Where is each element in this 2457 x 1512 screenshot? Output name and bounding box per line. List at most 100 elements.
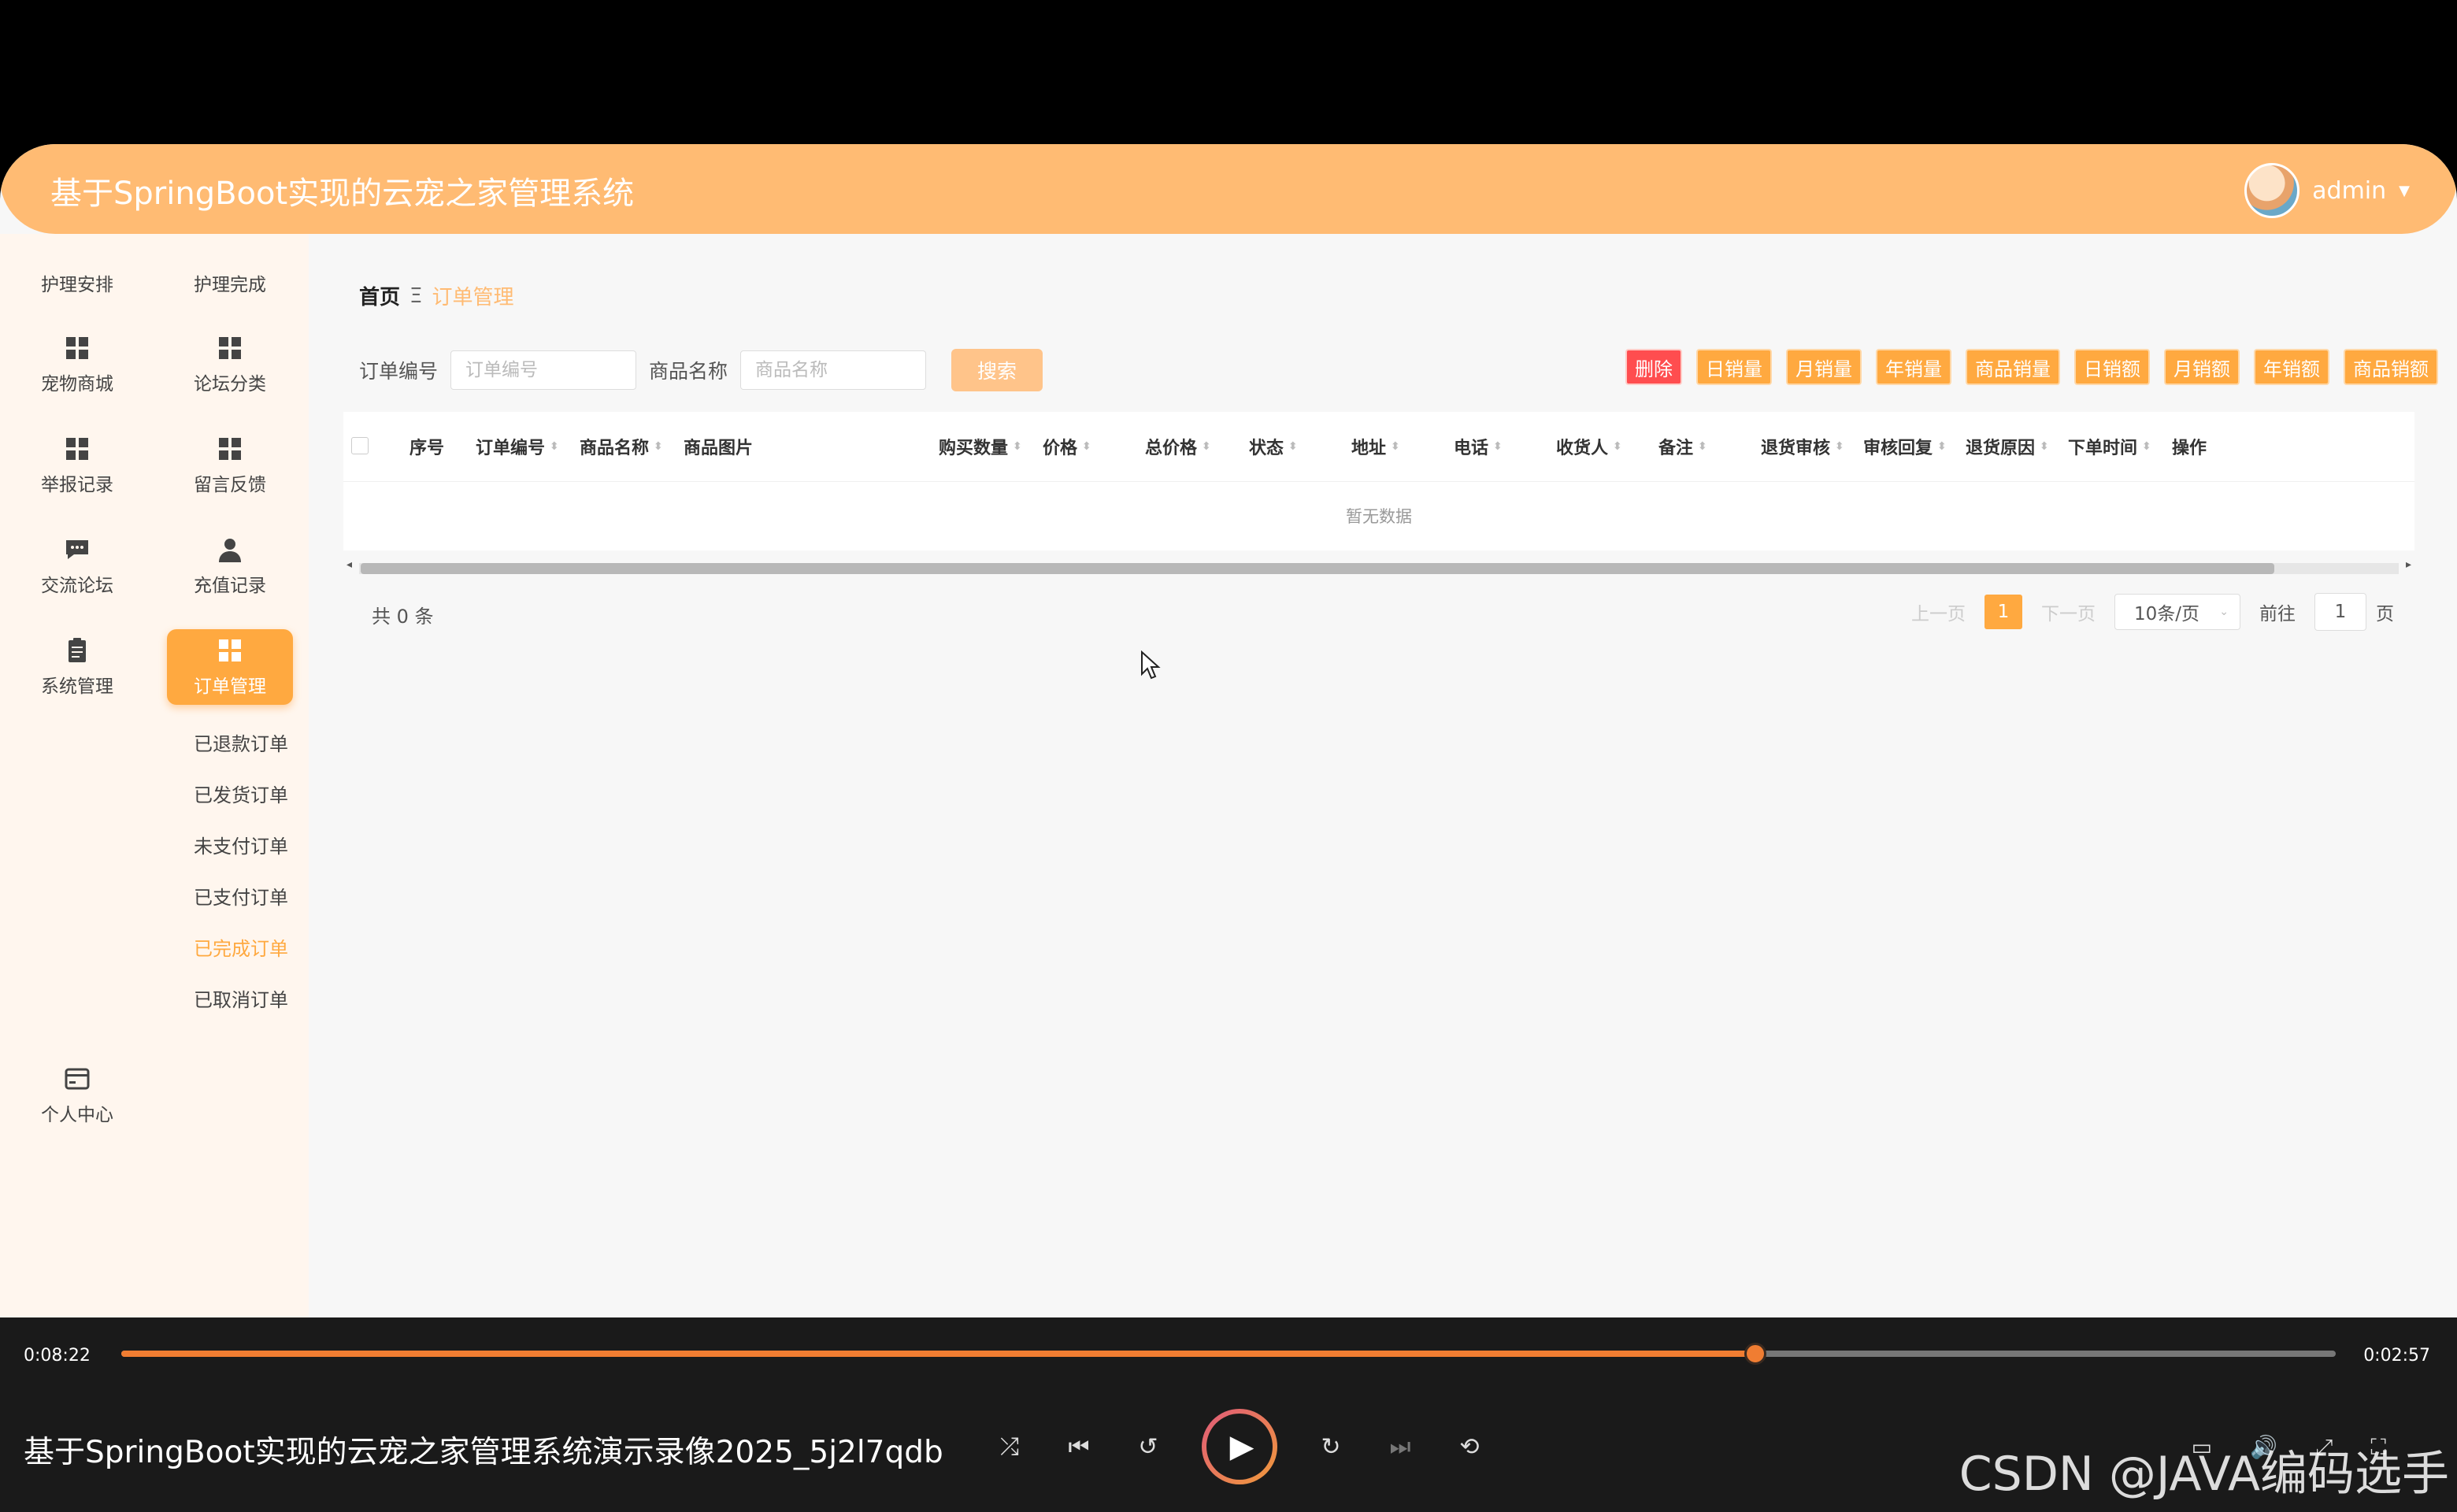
seek-handle[interactable] <box>1744 1343 1767 1365</box>
sort-icon: ⬍ <box>550 440 559 453</box>
seek-bar[interactable] <box>121 1343 2336 1365</box>
table-horizontal-scrollbar[interactable]: ◂ ▸ <box>343 558 2414 577</box>
yearly-sales-amount-button[interactable]: 年销额 <box>2254 349 2329 385</box>
breadcrumb-home[interactable]: 首页 <box>359 281 400 310</box>
column-header-order-no[interactable]: 订单编号 ⬍ <box>476 412 559 481</box>
next-page-button[interactable]: 下一页 <box>2041 598 2096 625</box>
sort-icon: ⬍ <box>1082 440 1091 453</box>
sidebar-item-personal-center[interactable]: 个人中心 <box>14 1058 140 1133</box>
daily-sales-qty-button[interactable]: 日销量 <box>1696 349 1772 385</box>
playback-controls: ⤮ ⏮ ↺ ▶ ↻ ⏭ ⟲ <box>994 1409 1485 1484</box>
play-button[interactable]: ▶ <box>1202 1409 1277 1484</box>
column-header-actions: 操作 <box>2172 439 2207 458</box>
sidebar-item-forum-category[interactable]: 论坛分类 <box>167 327 293 402</box>
sort-icon: ⬍ <box>2142 440 2151 453</box>
top-bar: 基于SpringBoot实现的云宠之家管理系统 admin ▼ <box>0 144 2457 234</box>
seek-bar-fill <box>121 1351 1756 1357</box>
product-sales-amount-button[interactable]: 商品销额 <box>2344 349 2438 385</box>
submenu-refunded-orders[interactable]: 已退款订单 <box>194 728 288 756</box>
rewind-10-icon[interactable]: ↺ <box>1132 1431 1164 1462</box>
scroll-left-icon[interactable]: ◂ <box>346 558 352 571</box>
sort-icon: ⬍ <box>1493 440 1503 453</box>
sidebar-item-system[interactable]: 系统管理 <box>14 629 140 705</box>
daily-sales-amount-button[interactable]: 日销额 <box>2074 349 2150 385</box>
search-button[interactable]: 搜索 <box>951 349 1043 391</box>
sidebar-item-recharge[interactable]: 充值记录 <box>167 528 293 604</box>
current-time: 0:08:22 <box>24 1346 91 1366</box>
sidebar-item-nursing-complete[interactable]: 护理完成 <box>167 245 293 321</box>
sidebar-item-orders[interactable]: 订单管理 <box>167 629 293 705</box>
column-header-quantity[interactable]: 购买数量 ⬍ <box>939 412 1022 481</box>
product-sales-qty-button[interactable]: 商品销量 <box>1966 349 2060 385</box>
grid-icon <box>219 639 241 662</box>
user-menu[interactable]: admin ▼ <box>2244 163 2410 218</box>
column-header-receiver[interactable]: 收货人 ⬍ <box>1556 412 1622 481</box>
sidebar-item-pet-mall[interactable]: 宠物商城 <box>14 327 140 402</box>
sort-icon: ⬍ <box>1202 440 1211 453</box>
goto-page-input[interactable]: 1 <box>2314 593 2366 631</box>
filter-bar: 订单编号 商品名称 搜索 <box>359 349 1043 391</box>
order-no-input[interactable] <box>450 350 637 390</box>
empty-state-text: 暂无数据 <box>1346 507 1412 526</box>
column-header-phone[interactable]: 电话 ⬍ <box>1454 412 1503 481</box>
sidebar-item-label: 订单管理 <box>194 676 266 697</box>
prev-page-button[interactable]: 上一页 <box>1911 598 1966 625</box>
page-number-current[interactable]: 1 <box>1984 595 2022 629</box>
column-header-review-reply[interactable]: 审核回复 ⬍ <box>1863 412 1947 481</box>
pagination: 上一页 1 下一页 10条/页 ⌄ 前往 1 页 <box>1911 593 2394 631</box>
product-name-input[interactable] <box>740 350 927 390</box>
page-size-select[interactable]: 10条/页 ⌄ <box>2114 594 2240 630</box>
avatar[interactable] <box>2244 163 2300 218</box>
sidebar-item-report-records[interactable]: 举报记录 <box>14 428 140 503</box>
column-header-price[interactable]: 价格 ⬍ <box>1043 412 1091 481</box>
sidebar-item-forum[interactable]: 交流论坛 <box>14 528 140 604</box>
scrollbar-thumb[interactable] <box>361 563 2274 574</box>
column-header-total-price[interactable]: 总价格 ⬍ <box>1145 412 1211 481</box>
sidebar-item-feedback[interactable]: 留言反馈 <box>167 428 293 503</box>
submenu-completed-orders[interactable]: 已完成订单 <box>194 933 288 961</box>
sidebar-item-label: 护理完成 <box>194 275 266 295</box>
app-window: 基于SpringBoot实现的云宠之家管理系统 admin ▼ 护理安排 护理完… <box>0 144 2457 1317</box>
sort-icon: ⬍ <box>1613 440 1622 453</box>
watermark: CSDN @JAVA编码选手 <box>1959 1447 2449 1502</box>
submenu-cancelled-orders[interactable]: 已取消订单 <box>194 984 288 1012</box>
card-icon <box>65 1068 90 1090</box>
column-header-return-review[interactable]: 退货审核 ⬍ <box>1761 412 1844 481</box>
column-header-remark[interactable]: 备注 ⬍ <box>1658 412 1707 481</box>
sidebar-item-label: 留言反馈 <box>194 475 266 495</box>
system-title: 基于SpringBoot实现的云宠之家管理系统 <box>50 176 635 212</box>
sidebar-item-nursing-schedule[interactable]: 护理安排 <box>14 245 140 321</box>
column-header-status[interactable]: 状态 ⬍ <box>1249 412 1298 481</box>
select-all-checkbox[interactable] <box>351 437 369 454</box>
page-suffix: 页 <box>2376 604 2394 624</box>
column-header-product-image: 商品图片 <box>684 439 754 458</box>
username[interactable]: admin <box>2312 177 2386 205</box>
column-header-return-reason[interactable]: 退货原因 ⬍ <box>1966 412 2049 481</box>
forward-30-icon[interactable]: ↻ <box>1315 1431 1347 1462</box>
column-header-address[interactable]: 地址 ⬍ <box>1351 412 1400 481</box>
submenu-shipped-orders[interactable]: 已发货订单 <box>194 780 288 807</box>
shuffle-icon[interactable]: ⤮ <box>994 1431 1025 1462</box>
repeat-off-icon[interactable]: ⟲ <box>1454 1431 1485 1462</box>
sort-icon: ⬍ <box>1835 440 1844 453</box>
breadcrumb: 首页 Ξ 订单管理 <box>359 281 513 310</box>
column-header-order-time[interactable]: 下单时间 ⬍ <box>2068 412 2151 481</box>
breadcrumb-separator-icon: Ξ <box>410 284 423 308</box>
submenu-paid-orders[interactable]: 已支付订单 <box>194 882 288 910</box>
previous-icon[interactable]: ⏮ <box>1063 1431 1095 1462</box>
total-count: 共 0 条 <box>372 606 434 628</box>
chat-icon <box>66 540 88 559</box>
column-header-product-name[interactable]: 商品名称 ⬍ <box>580 412 663 481</box>
sort-icon: ⬍ <box>1013 440 1022 453</box>
caret-down-icon[interactable]: ▼ <box>2399 183 2410 199</box>
delete-button[interactable]: 删除 <box>1625 349 1682 385</box>
next-icon[interactable]: ⏭ <box>1384 1431 1416 1462</box>
scroll-right-icon[interactable]: ▸ <box>2406 558 2411 571</box>
submenu-unpaid-orders[interactable]: 未支付订单 <box>194 831 288 858</box>
sidebar-item-label: 系统管理 <box>41 676 113 697</box>
sort-icon: ⬍ <box>2040 440 2049 453</box>
monthly-sales-qty-button[interactable]: 月销量 <box>1786 349 1862 385</box>
yearly-sales-qty-button[interactable]: 年销量 <box>1876 349 1951 385</box>
monthly-sales-amount-button[interactable]: 月销额 <box>2164 349 2240 385</box>
main-content: 首页 Ξ 订单管理 订单编号 商品名称 搜索 删除 日销量 月销量 年销量 商品… <box>309 234 2457 1317</box>
